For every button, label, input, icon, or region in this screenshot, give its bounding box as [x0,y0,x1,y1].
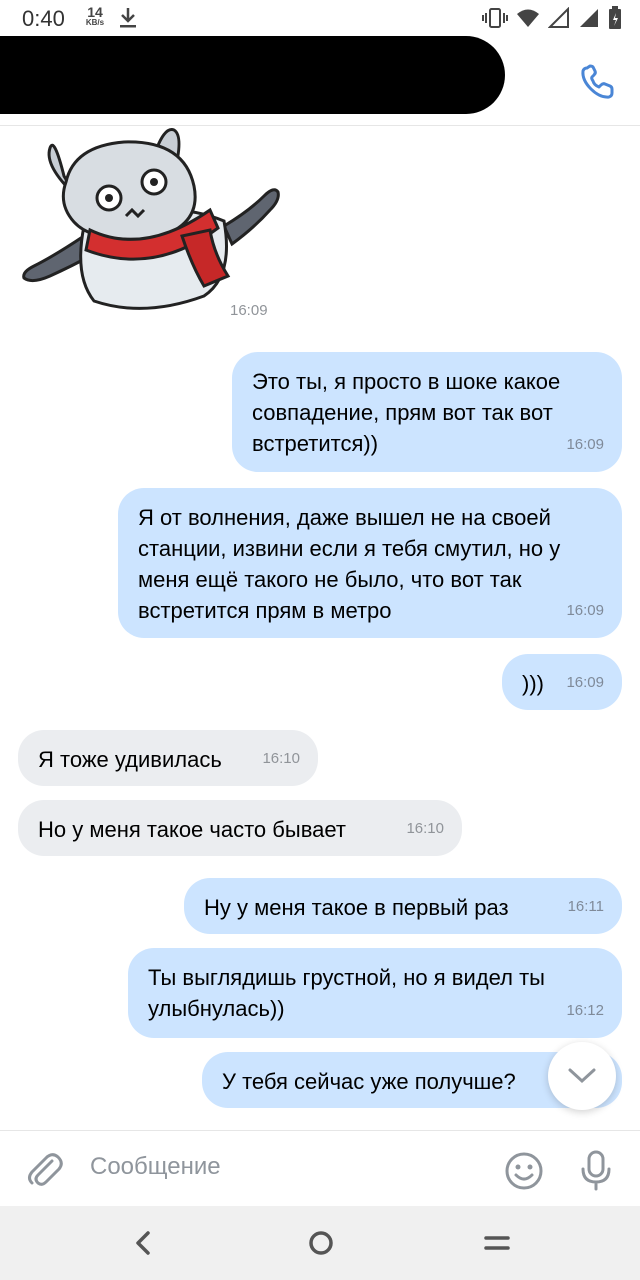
smile-icon[interactable] [504,1151,544,1191]
message-text: Ну у меня такое в первый раз [204,895,509,920]
outgoing-message[interactable]: Я от волнения, даже вышел не на своей ст… [118,488,622,638]
message-time: 16:09 [566,436,604,453]
message-text: У тебя сейчас уже получше? [222,1069,516,1094]
message-time: 16:10 [406,820,444,837]
message-text: Но у меня такое часто бывает [38,817,346,842]
battery-icon [609,6,621,29]
net-speed-unit: KB/s [85,18,105,27]
message-text: Это ты, я просто в шоке какое совпадение… [252,369,561,456]
message-text: Ты выглядишь грустной, но я видел ты улы… [148,965,545,1021]
chat-header [0,36,640,126]
status-icons [482,6,622,30]
fox-sticker[interactable] [14,126,284,311]
microphone-icon[interactable] [578,1149,614,1191]
chevron-down-icon [568,1068,596,1084]
signal-empty-icon [548,7,569,28]
wifi-icon [517,9,539,27]
home-icon[interactable] [306,1228,336,1258]
outgoing-message[interactable]: Ты выглядишь грустной, но я видел ты улы… [128,948,622,1038]
outgoing-message[interactable]: Ну у меня такое в первый раз 16:11 [184,878,622,934]
redacted-contact-status [90,76,420,112]
back-icon[interactable] [128,1228,158,1258]
message-time: 16:10 [262,750,300,767]
status-time: 0:40 [22,6,65,31]
incoming-message[interactable]: Я тоже удивилась 16:10 [18,730,318,786]
outgoing-message[interactable]: Это ты, я просто в шоке какое совпадение… [232,352,622,472]
incoming-message[interactable]: Но у меня такое часто бывает 16:10 [18,800,462,856]
download-icon [120,8,136,28]
message-list[interactable]: 16:09 Это ты, я просто в шоке какое совп… [0,126,640,1130]
signal-icon [580,9,598,27]
message-time: 16:09 [566,674,604,691]
sticker-timestamp: 16:09 [230,302,268,319]
message-text: Я от волнения, даже вышел не на своей ст… [138,505,561,623]
outgoing-message[interactable]: ))) 16:09 [502,654,622,710]
paperclip-icon[interactable] [26,1151,64,1189]
net-speed-indicator: 14 KB/s [82,5,108,27]
phone-icon[interactable] [578,62,618,102]
message-composer [0,1130,640,1206]
scroll-down-button[interactable] [548,1042,616,1110]
status-bar: 0:40 14 KB/s [0,0,640,36]
message-time: 16:09 [566,602,604,619]
message-time: 16:11 [567,898,604,915]
message-input[interactable] [90,1153,470,1181]
message-text: Я тоже удивилась [38,747,222,772]
net-speed-value: 14 [87,4,103,20]
message-time: 16:12 [566,1002,604,1019]
vibrate-icon [482,8,508,28]
recent-apps-icon[interactable] [482,1230,512,1256]
system-navigation-bar [0,1206,640,1280]
